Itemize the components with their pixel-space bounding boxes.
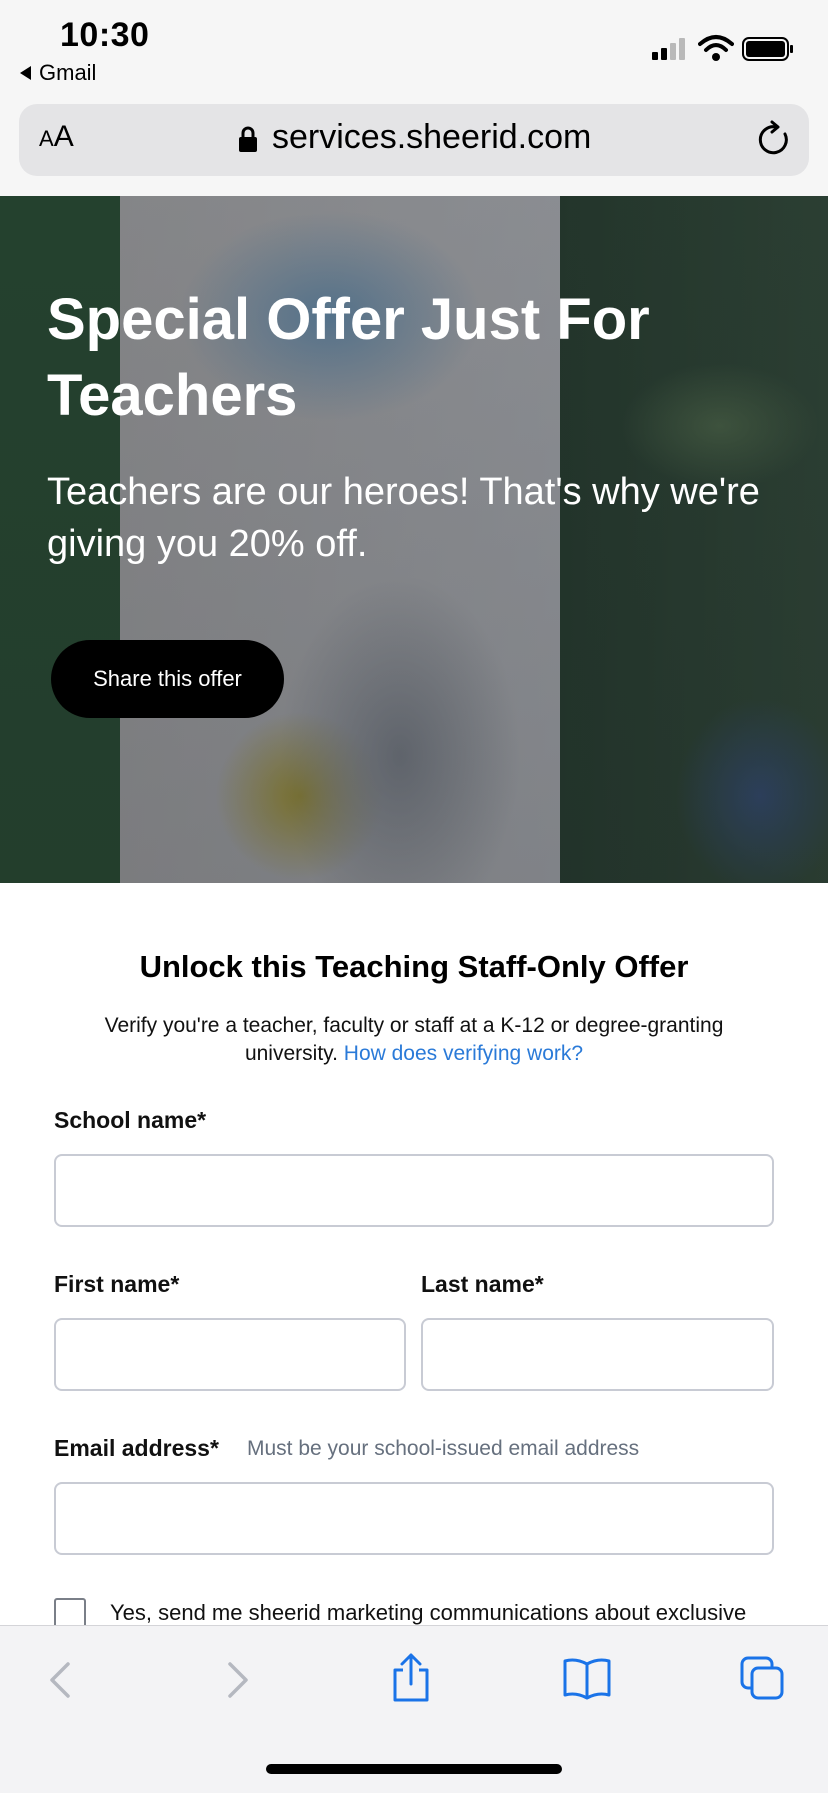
school-name-input[interactable] xyxy=(54,1154,774,1227)
form-title: Unlock this Teaching Staff-Only Offer xyxy=(139,949,689,984)
share-offer-button[interactable]: Share this offer xyxy=(51,640,284,718)
tabs-icon[interactable] xyxy=(738,1654,786,1702)
email-label: Email address* xyxy=(54,1435,219,1461)
hero-subtitle: Teachers are our heroes! That's why we'r… xyxy=(47,471,760,565)
back-to-app-link[interactable]: Gmail xyxy=(20,60,96,86)
back-chevron-icon[interactable] xyxy=(40,1658,84,1702)
reload-icon[interactable] xyxy=(756,120,792,158)
forward-chevron-icon[interactable] xyxy=(214,1658,258,1702)
email-hint: Must be your school-issued email address xyxy=(247,1437,640,1460)
marketing-consent-label: Yes, send me sheerid marketing communica… xyxy=(110,1600,747,1625)
status-time: 10:30 xyxy=(60,16,150,54)
back-app-label: Gmail xyxy=(39,60,97,85)
last-name-input[interactable] xyxy=(421,1318,774,1391)
home-indicator xyxy=(266,1764,562,1774)
battery-icon xyxy=(742,37,793,61)
first-name-label: First name* xyxy=(54,1271,180,1297)
bookmarks-icon[interactable] xyxy=(562,1656,612,1700)
form-description: Verify you're a teacher, faculty or staf… xyxy=(70,1012,758,1068)
email-input[interactable] xyxy=(54,1482,774,1555)
lock-icon xyxy=(239,126,257,152)
text-size-button[interactable]: AA xyxy=(39,120,74,154)
cellular-signal-icon xyxy=(652,38,685,60)
last-name-label: Last name* xyxy=(421,1271,544,1297)
url-text[interactable]: services.sheerid.com xyxy=(272,118,591,157)
first-name-input[interactable] xyxy=(54,1318,406,1391)
share-icon[interactable] xyxy=(388,1652,434,1704)
school-name-label: School name* xyxy=(54,1107,207,1133)
wifi-icon xyxy=(698,35,734,61)
how-verifying-works-link[interactable]: How does verifying work? xyxy=(344,1042,583,1065)
hero-title: Special Offer Just For Teachers xyxy=(47,287,650,428)
back-triangle-icon xyxy=(20,66,31,80)
